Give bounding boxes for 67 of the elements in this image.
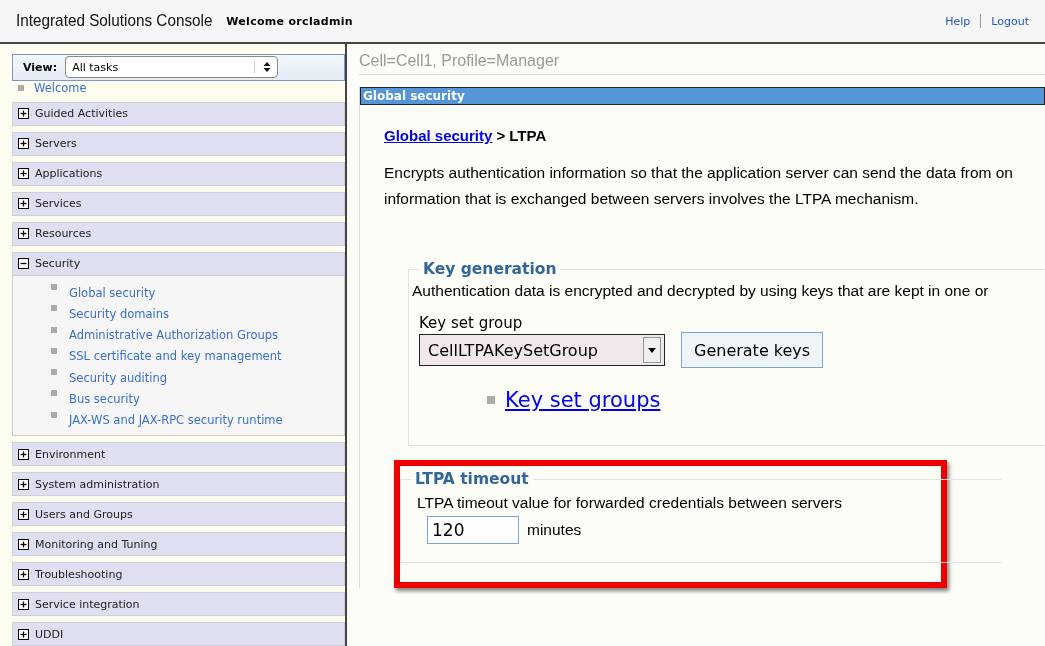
welcome-link[interactable]: Welcome <box>34 81 87 96</box>
bullet-icon <box>51 369 57 376</box>
breadcrumb-link[interactable]: Global security <box>384 127 493 144</box>
collapse-icon <box>18 258 29 270</box>
bullet-icon <box>18 84 24 91</box>
bullet-icon <box>51 326 57 333</box>
nav-link[interactable]: Security auditing <box>69 370 167 385</box>
timeout-input[interactable]: 120 <box>427 516 519 544</box>
nav-category[interactable]: Monitoring and Tuning <box>12 532 345 556</box>
header-link[interactable]: Logout <box>991 14 1029 28</box>
expand-icon <box>18 478 29 490</box>
nav-link[interactable]: JAX-WS and JAX-RPC security runtime <box>69 413 283 428</box>
nav-category[interactable]: UDDI <box>12 622 345 646</box>
bullet-icon <box>487 396 495 404</box>
section-title: Key generation <box>422 260 558 278</box>
bullet-icon <box>51 347 57 354</box>
nav-link[interactable]: SSL certificate and key management <box>69 349 282 364</box>
key-set-groups-link[interactable]: Key set groups <box>505 388 661 412</box>
key-set-select[interactable]: CellLTPAKeySetGroup <box>419 334 665 366</box>
nav-category[interactable]: Services <box>12 191 345 216</box>
nav-category[interactable]: Servers <box>12 131 345 156</box>
expand-icon <box>18 168 29 180</box>
expand-icon <box>18 598 29 610</box>
unit-label: minutes <box>527 521 582 539</box>
generate-keys-button[interactable]: Generate keys <box>681 332 824 368</box>
expand-icon <box>18 508 29 520</box>
bullet-icon <box>51 411 57 418</box>
nav-link[interactable]: Security domains <box>69 306 169 321</box>
section-title: LTPA timeout <box>414 470 530 488</box>
updown-icon <box>254 61 272 74</box>
expand-icon <box>18 138 29 150</box>
expand-icon <box>18 448 29 460</box>
bullet-icon <box>51 390 57 397</box>
welcome-text: Welcome orcladmin <box>226 14 353 28</box>
view-label: View: <box>23 60 58 74</box>
nav-category[interactable]: Resources <box>12 221 345 246</box>
breadcrumb-current: > LTPA <box>496 127 547 144</box>
bullet-icon <box>51 283 57 290</box>
nav-category[interactable]: Security <box>12 251 345 276</box>
field-label: Key set group <box>419 314 524 332</box>
nav-link[interactable]: Global security <box>69 285 156 300</box>
description-text: information that is exchanged between servers involves the LTPA mechanism. <box>384 189 920 209</box>
dropdown-icon <box>643 337 661 363</box>
nav-category[interactable]: Guided Activities <box>12 101 345 126</box>
nav-category[interactable]: Troubleshooting <box>12 562 345 586</box>
scope-text: Cell=Cell1, Profile=Manager <box>359 52 1045 75</box>
nav-link[interactable]: Administrative Authorization Groups <box>69 328 279 343</box>
bullet-icon <box>51 305 57 312</box>
nav-link[interactable]: Bus security <box>69 392 140 407</box>
nav-category[interactable]: Applications <box>12 161 345 186</box>
expand-icon <box>18 568 29 580</box>
nav-category[interactable]: System administration <box>12 472 345 496</box>
expand-icon <box>18 108 29 120</box>
header-link[interactable]: Help <box>945 14 971 28</box>
app-title: Integrated Solutions Console <box>16 11 213 31</box>
expand-icon <box>18 628 29 640</box>
nav-category[interactable]: Service integration <box>12 592 345 616</box>
expand-icon <box>18 198 29 210</box>
expand-icon <box>18 538 29 550</box>
info-text: Authentication data is encrypted and decrypted by using keys that are kept in one or <box>412 282 990 300</box>
nav-category[interactable]: Environment <box>12 442 345 466</box>
field-label: LTPA timeout value for forwarded credentials between servers <box>417 494 844 512</box>
panel-title: Global security <box>360 87 1045 105</box>
expand-icon <box>18 228 29 240</box>
view-select[interactable]: All tasks <box>65 56 279 79</box>
description-text: Encrypts authentication information so that the application server can send the data from on <box>384 163 1014 183</box>
nav-category[interactable]: Users and Groups <box>12 502 345 526</box>
